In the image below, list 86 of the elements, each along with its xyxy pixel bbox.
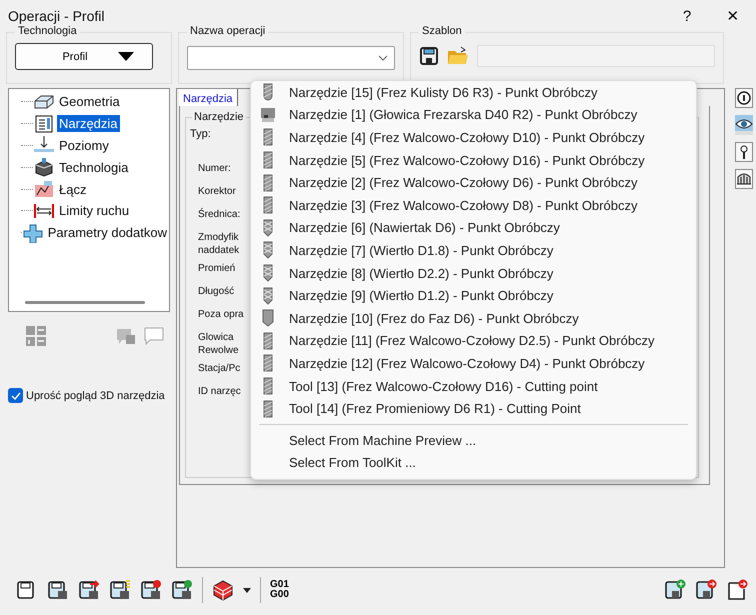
menu-item[interactable]: Narzędzie [3] (Frez Walcowo-Czołowy D8) - Punkt Obróbczy xyxy=(251,194,696,217)
window-title: Operacji - Profil xyxy=(8,8,106,24)
chevron-icon xyxy=(378,55,388,61)
menu-item[interactable]: Narzędzie [4] (Frez Walcowo-Czołowy D10) - Punkt Obróbczy xyxy=(251,126,696,149)
field-label: Promień xyxy=(198,262,236,276)
caret-icon[interactable] xyxy=(243,588,251,592)
group-label: Narzędzie xyxy=(192,111,246,123)
save-export-icon[interactable] xyxy=(695,579,717,601)
tree-item[interactable]: Narzędzia xyxy=(57,115,120,132)
group-label: Szablon xyxy=(419,25,465,37)
group-label: Nazwa operacji xyxy=(187,25,268,37)
operation-name-combo[interactable] xyxy=(187,46,395,70)
menu-item[interactable]: Tool [13] (Frez Walcowo-Czołowy D16) - Cutting point xyxy=(251,374,696,398)
field-label: Zmodyfik naddatek xyxy=(198,231,240,257)
tool-drill-icon xyxy=(261,218,275,237)
checkbox-label: Uprość pogląd 3D narzędzia xyxy=(26,390,165,402)
eye-icon[interactable] xyxy=(735,115,753,135)
menu-item[interactable]: Narzędzie [9] (Wiertło D1.2) - Punkt Obróbczy xyxy=(251,284,696,307)
tool-flat-icon xyxy=(261,332,275,350)
menu-item[interactable]: Narzędzie [1] (Głowica Frezarska D40 R2) - Punkt Obróbczy xyxy=(251,104,696,126)
tool-flat-icon xyxy=(261,377,275,396)
tree-item[interactable]: Technologia xyxy=(57,158,130,176)
menu-item[interactable]: Narzędzie [5] (Frez Walcowo-Czołowy D16) - Punkt Obróbczy xyxy=(251,148,696,172)
field-label: Stacja/Pc xyxy=(198,362,240,376)
save-icon[interactable] xyxy=(47,579,69,601)
field-label: Glowica Rewolwe xyxy=(198,331,239,357)
tab[interactable]: Narzędzia xyxy=(179,89,238,106)
tool-flat-icon xyxy=(261,151,275,170)
tool-flat-icon xyxy=(261,196,275,214)
tree-item[interactable]: Limity ruchu xyxy=(57,202,132,220)
field-label: Korektor xyxy=(198,185,236,199)
field-label: Długość xyxy=(198,285,234,299)
tool-flat-icon xyxy=(261,128,275,146)
help-button[interactable]: ? xyxy=(664,0,710,32)
tool-flat-icon xyxy=(261,174,275,192)
tree-technology-icon xyxy=(33,157,55,178)
simplify-checkbox[interactable] xyxy=(8,388,23,403)
layout-icon[interactable] xyxy=(24,324,48,348)
menu-item[interactable]: Narzędzie [11] (Frez Walcowo-Czołowy D2.5) - Punkt Obróbczy xyxy=(251,330,696,352)
save-icon[interactable] xyxy=(78,579,100,601)
tree-item[interactable]: Geometria xyxy=(57,93,122,110)
technology-dropdown[interactable]: Profil xyxy=(15,43,153,70)
field-label: Poza opra xyxy=(198,308,244,322)
save-icon[interactable] xyxy=(109,579,131,601)
tool-head-icon xyxy=(261,106,275,124)
menu-item[interactable]: Narzędzie [6] (Nawiertak D6) - Punkt Obróbczy xyxy=(251,216,696,240)
tree-tools-icon xyxy=(33,114,55,134)
field-label: Typ: xyxy=(190,128,211,142)
save-icon[interactable] xyxy=(140,579,162,601)
check-icon xyxy=(10,392,20,400)
tool-chamfer-icon xyxy=(261,309,275,328)
field-label: Średnica: xyxy=(198,208,240,222)
tool-drill-icon xyxy=(261,264,275,282)
probe-icon[interactable] xyxy=(735,142,753,162)
folder-icon[interactable] xyxy=(447,46,469,66)
cube-icon[interactable] xyxy=(212,579,234,601)
save-icon[interactable] xyxy=(171,579,193,601)
menu-item[interactable]: Tool [14] (Frez Promieniowy D6 R1) - Cutting Point xyxy=(251,397,696,420)
group-label: Technologia xyxy=(15,25,80,37)
field-label: ID narzęc xyxy=(198,385,241,399)
info-icon[interactable] xyxy=(735,88,753,108)
menu-item[interactable]: Select From Machine Preview ... xyxy=(251,428,696,452)
menu-item[interactable]: Narzędzie [15] (Frez Kulisty D6 R3) - Punkt Obróbczy xyxy=(251,81,696,104)
tool-flat-icon xyxy=(261,354,275,372)
close-button[interactable]: ✕ xyxy=(710,0,756,32)
tree-link-icon xyxy=(33,179,55,200)
tool-drill-icon xyxy=(261,241,275,260)
menu-item[interactable]: Narzędzie [7] (Wiertło D1.8) - Punkt Obróbczy xyxy=(251,239,696,262)
export-icon[interactable] xyxy=(726,579,748,601)
menu-item[interactable]: Narzędzie [2] (Frez Walcowo-Czołowy D6) - Punkt Obróbczy xyxy=(251,171,696,194)
tree-item[interactable]: Łącz xyxy=(57,180,88,198)
tool-drill-icon xyxy=(261,286,275,305)
field-label: Numer: xyxy=(198,162,231,176)
menu-item[interactable]: Narzędzie [10] (Frez do Faz D6) - Punkt Obróbczy xyxy=(251,306,696,330)
tool-flat-icon xyxy=(261,400,275,418)
menu-item[interactable]: Narzędzie [12] (Frez Walcowo-Czołowy D4) - Punkt Obróbczy xyxy=(251,352,696,375)
gcode-button[interactable]: G01 G00 xyxy=(270,580,289,600)
menu-item[interactable]: Select From ToolKit ... xyxy=(251,452,696,474)
tree-params-icon xyxy=(22,222,44,243)
machine-icon[interactable] xyxy=(735,169,753,189)
menu-item[interactable]: Narzędzie [8] (Wiertło D2.2) - Punkt Obróbczy xyxy=(251,262,696,284)
tree-item[interactable]: Parametry dodatkow xyxy=(46,224,169,242)
caret-icon xyxy=(118,52,134,61)
save-icon[interactable] xyxy=(419,46,439,66)
tree-item[interactable]: Poziomy xyxy=(57,136,111,154)
save-add-icon[interactable] xyxy=(664,579,686,601)
